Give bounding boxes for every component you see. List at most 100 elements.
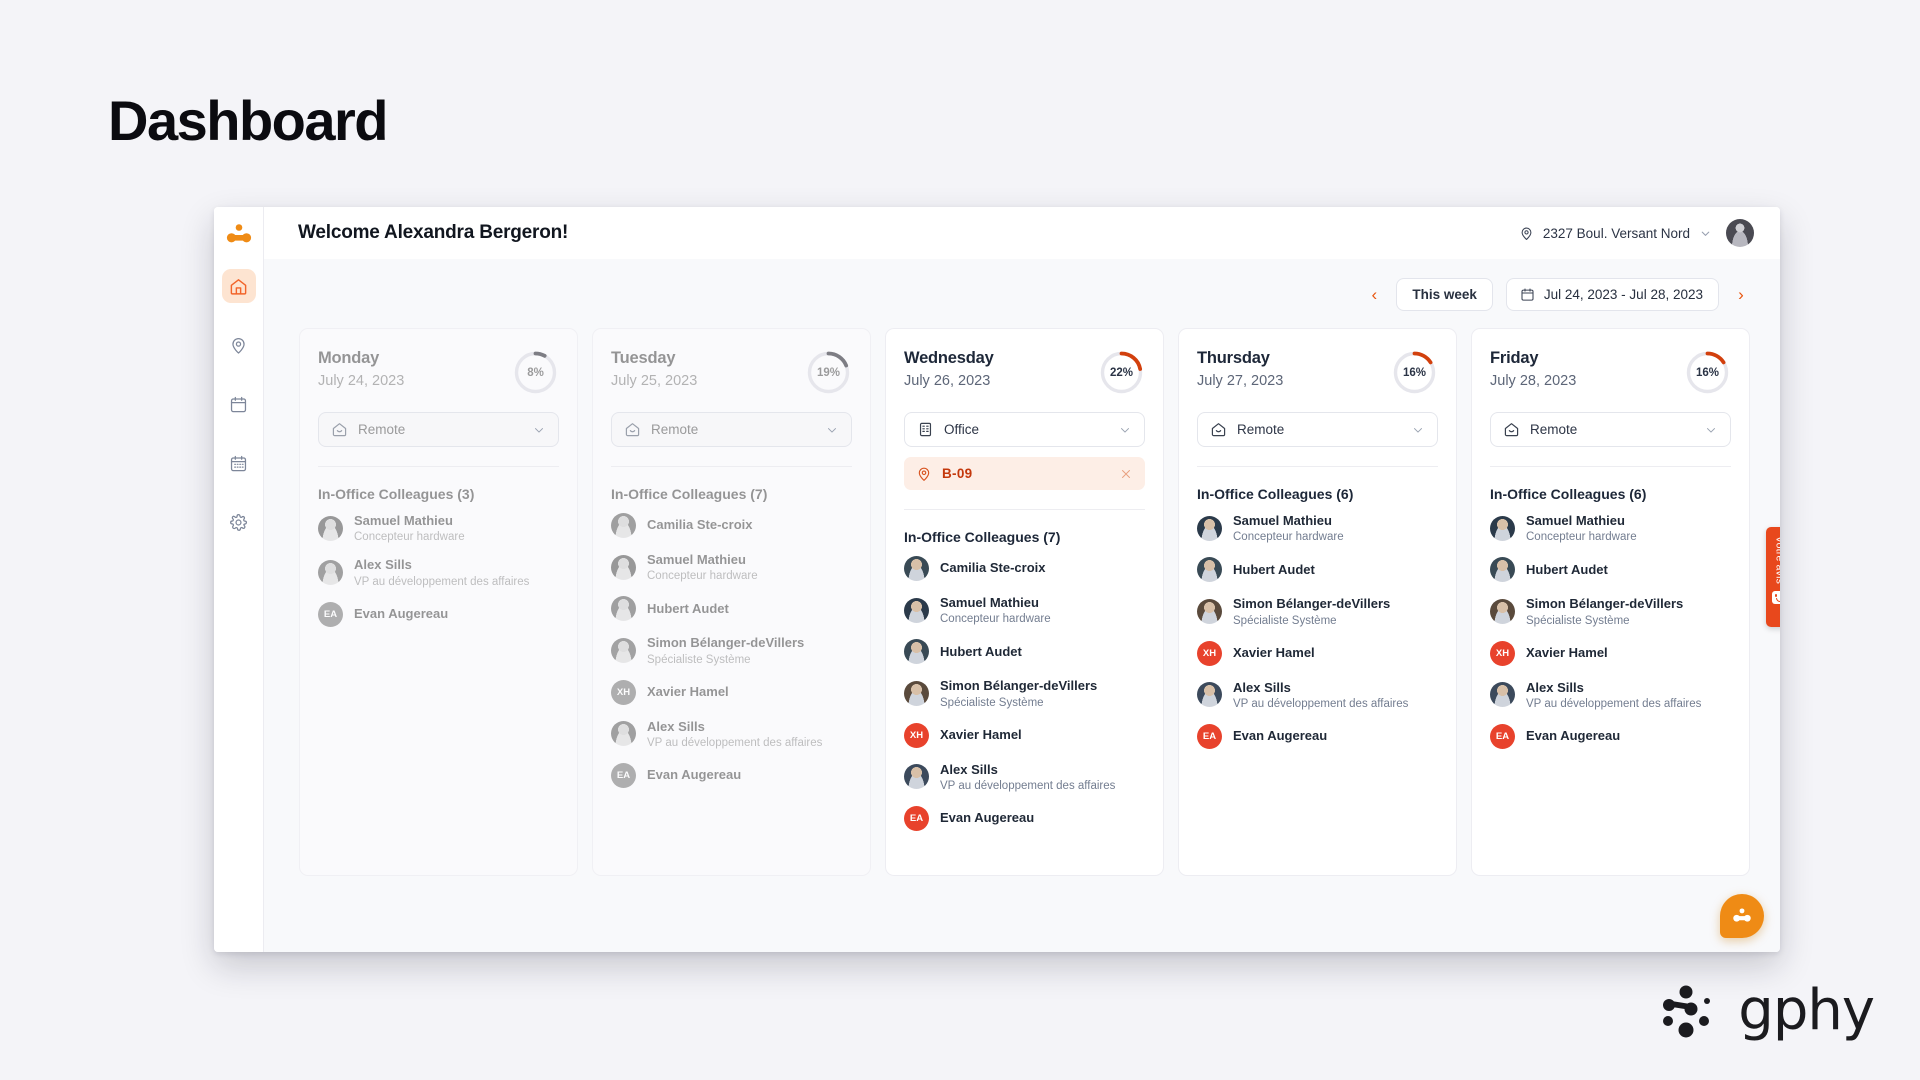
colleague-name: Hubert Audet: [1233, 561, 1315, 577]
work-mode-select[interactable]: Office: [904, 412, 1145, 447]
colleague-text: Evan Augereau: [647, 767, 741, 783]
colleague-list-item[interactable]: Alex Sills VP au développement des affair…: [1490, 673, 1731, 717]
colleague-list-item[interactable]: Hubert Audet: [1490, 550, 1731, 589]
day-card-title-block: Monday July 24, 2023: [318, 349, 512, 389]
colleague-list-item[interactable]: Alex Sills VP au développement des affair…: [904, 755, 1145, 799]
colleague-text: Samuel Mathieu Concepteur hardware: [1233, 513, 1344, 543]
attendance-percent-label: 16%: [1402, 366, 1427, 379]
colleague-text: Simon Bélanger-deVillers Spécialiste Syst…: [940, 678, 1097, 708]
work-mode-select[interactable]: Remote: [318, 412, 559, 447]
colleague-text: Alex Sills VP au développement des affair…: [354, 557, 529, 587]
day-name: Wednesday: [904, 349, 994, 367]
colleague-list-item[interactable]: Hubert Audet: [904, 632, 1145, 671]
colleague-list-item[interactable]: Simon Bélanger-deVillers Spécialiste Syst…: [1197, 589, 1438, 633]
colleague-list-item[interactable]: Alex Sills VP au développement des affair…: [611, 712, 852, 756]
colleague-text: Simon Bélanger-deVillers Spécialiste Syst…: [647, 635, 804, 665]
colleague-list-item[interactable]: EA Evan Augereau: [1197, 717, 1438, 756]
work-mode-label: Remote: [358, 422, 406, 437]
location-picker[interactable]: 2327 Boul. Versant Nord: [1519, 226, 1712, 241]
colleague-role: Spécialiste Système: [1233, 614, 1337, 627]
colleague-text: Evan Augereau: [1526, 728, 1620, 744]
avatar: [1490, 557, 1515, 583]
home-icon: [1211, 423, 1226, 437]
colleague-list-item[interactable]: Samuel Mathieu Concepteur hardware: [318, 506, 559, 550]
colleague-list-item[interactable]: Samuel Mathieu Concepteur hardware: [611, 545, 852, 589]
avatar: [611, 513, 636, 538]
colleague-name: Evan Augereau: [1233, 728, 1328, 744]
colleague-role: Spécialiste Système: [647, 653, 751, 666]
colleague-list-item[interactable]: Samuel Mathieu Concepteur hardware: [904, 588, 1145, 632]
colleague-list-item[interactable]: Hubert Audet: [1197, 550, 1438, 589]
colleague-list-item[interactable]: XH Xavier Hamel: [611, 673, 852, 712]
chat-button[interactable]: [1720, 894, 1764, 938]
molecule-logo-icon[interactable]: [225, 221, 253, 249]
avatar: [1197, 598, 1222, 624]
sidebar: [214, 207, 264, 952]
this-week-button[interactable]: This week: [1396, 278, 1493, 311]
colleague-list-item[interactable]: Simon Bélanger-deVillers Spécialiste Syst…: [611, 628, 852, 672]
sidebar-item-settings[interactable]: [222, 505, 256, 539]
desk-location-chip[interactable]: B-09: [904, 457, 1145, 490]
attendance-percent-label: 19%: [816, 366, 841, 379]
colleague-role: Spécialiste Système: [1526, 614, 1630, 627]
colleague-name: Samuel Mathieu: [647, 552, 746, 567]
avatar[interactable]: [1726, 219, 1754, 247]
colleague-list-item[interactable]: Samuel Mathieu Concepteur hardware: [1197, 506, 1438, 550]
colleagues-title: In-Office Colleagues (7): [611, 486, 768, 502]
day-card-title-block: Wednesday July 26, 2023: [904, 349, 1098, 389]
day-date: July 28, 2023: [1490, 372, 1577, 389]
day-date: July 26, 2023: [904, 372, 991, 389]
colleague-list-item[interactable]: EA Evan Augereau: [611, 756, 852, 795]
avatar: [904, 680, 929, 706]
next-week-button[interactable]: ›: [1732, 284, 1750, 306]
sidebar-item-home[interactable]: [221, 269, 256, 303]
colleague-list-item[interactable]: Hubert Audet: [611, 589, 852, 628]
day-date: July 24, 2023: [318, 372, 405, 389]
work-mode-select[interactable]: Remote: [611, 412, 852, 447]
sidebar-item-calendar[interactable]: [222, 387, 256, 421]
colleague-text: Samuel Mathieu Concepteur hardware: [354, 513, 465, 543]
close-icon[interactable]: [1119, 467, 1133, 481]
date-range-picker[interactable]: Jul 24, 2023 - Jul 28, 2023: [1505, 278, 1719, 311]
work-mode-select[interactable]: Remote: [1197, 412, 1438, 447]
colleague-text: Alex Sills VP au développement des affair…: [1526, 680, 1701, 710]
day-card: Thursday July 27, 2023 16% Remote In-Office …: [1178, 328, 1457, 876]
colleague-list-item[interactable]: EA Evan Augereau: [1490, 717, 1731, 756]
colleague-text: Xavier Hamel: [1526, 645, 1608, 661]
colleague-list-item[interactable]: XH Xavier Hamel: [904, 716, 1145, 755]
colleague-name: Simon Bélanger-deVillers: [647, 635, 805, 651]
avatar: [904, 764, 929, 790]
sidebar-item-locations[interactable]: [222, 328, 256, 362]
date-navigation: ‹ This week Jul 24, 2023 - Jul 28, 2023 …: [264, 259, 1780, 311]
colleague-text: Hubert Audet: [647, 601, 729, 617]
colleague-list-item[interactable]: XH Xavier Hamel: [1197, 634, 1438, 673]
colleagues-title: In-Office Colleagues (7): [904, 529, 1061, 545]
colleague-list-item[interactable]: XH Xavier Hamel: [1490, 634, 1731, 673]
chevron-down-icon: [1701, 231, 1710, 236]
colleague-name: Camilia Ste-croix: [647, 517, 753, 533]
colleague-name: Samuel Mathieu: [1233, 513, 1332, 528]
colleague-list-item[interactable]: Camilia Ste-croix: [611, 506, 852, 545]
colleague-list-item[interactable]: Simon Bélanger-deVillers Spécialiste Syst…: [1490, 589, 1731, 633]
attendance-progress-ring: 8%: [512, 349, 559, 396]
sidebar-item-schedule[interactable]: [222, 446, 256, 480]
colleague-name: Alex Sills: [354, 557, 412, 573]
colleague-list-item[interactable]: EA Evan Augereau: [904, 799, 1145, 838]
prev-week-button[interactable]: ‹: [1365, 284, 1383, 306]
colleague-list-item[interactable]: Alex Sills VP au développement des affair…: [1197, 673, 1438, 717]
colleague-list-item[interactable]: Samuel Mathieu Concepteur hardware: [1490, 506, 1731, 550]
colleague-list-item[interactable]: Simon Bélanger-deVillers Spécialiste Syst…: [904, 671, 1145, 715]
calendar-icon: [230, 396, 247, 412]
colleague-list-item[interactable]: Camilia Ste-croix: [904, 549, 1145, 588]
colleague-name: Hubert Audet: [940, 643, 1022, 659]
colleague-name: Samuel Mathieu: [354, 513, 453, 528]
work-mode-select[interactable]: Remote: [1490, 412, 1731, 447]
colleague-text: Xavier Hamel: [1233, 645, 1315, 661]
feedback-tab[interactable]: Votre avis: [1766, 527, 1780, 627]
avatar: XH: [1197, 640, 1222, 666]
colleague-list-item[interactable]: Alex Sills VP au développement des affair…: [318, 550, 559, 594]
colleague-list-item[interactable]: EA Evan Augereau: [318, 595, 559, 634]
avatar: XH: [904, 722, 929, 748]
chevron-down-icon: [828, 427, 836, 433]
colleague-text: Evan Augereau: [354, 606, 448, 622]
